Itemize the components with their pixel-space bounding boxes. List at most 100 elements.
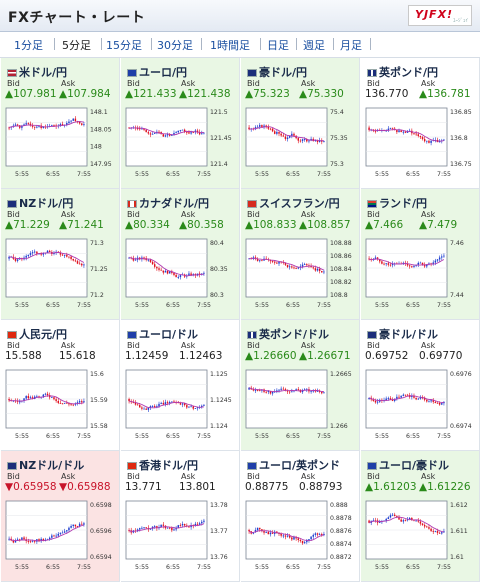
yjfx-logo[interactable]: YJFX! ﾕｰｼﾞｪｲ bbox=[408, 5, 472, 26]
x-tick-label: 7:55 bbox=[317, 171, 331, 178]
pair-name[interactable]: 豪ドル/ドル bbox=[367, 326, 438, 341]
candle-body bbox=[286, 264, 289, 268]
candle-body bbox=[78, 122, 81, 124]
candle-body bbox=[151, 133, 154, 135]
mini-candlestick-chart[interactable]: 1.2665 1.266 5:55 6:55 7:55 bbox=[243, 366, 358, 444]
candle-body bbox=[59, 532, 62, 534]
mini-candlestick-chart[interactable]: 121.5 121.45 121.4 5:55 6:55 7:55 bbox=[123, 104, 238, 182]
rate-cell[interactable]: 英ポンド/ドル Bid Ask ▲1.26660 ▲1.26671 1.2665 1.266… bbox=[241, 320, 360, 451]
x-tick-label: 5:55 bbox=[375, 564, 389, 571]
pair-name[interactable]: カナダドル/円 bbox=[127, 195, 209, 210]
ask-value: ▲1.61226 bbox=[419, 481, 471, 493]
rate-cell[interactable]: 米ドル/円 Bid Ask ▲107.981 ▲107.984 148.1 148.05 14… bbox=[1, 58, 120, 189]
tab-5min[interactable]: 5分足 bbox=[62, 37, 91, 53]
candle-body bbox=[74, 118, 77, 122]
candle-body bbox=[151, 406, 154, 407]
mini-candlestick-chart[interactable]: 71.3 71.25 71.2 5:55 6:55 7:55 bbox=[3, 235, 118, 313]
pair-name[interactable]: 英ポンド/円 bbox=[367, 64, 438, 79]
candle-body bbox=[160, 402, 162, 404]
tab-weekly[interactable]: 週足 bbox=[303, 37, 325, 53]
tab-15min[interactable]: 15分足 bbox=[106, 37, 142, 53]
pair-name[interactable]: ユーロ/ドル bbox=[127, 326, 198, 341]
mini-candlestick-chart[interactable]: 1.125 1.1245 1.124 5:55 6:55 7:55 bbox=[123, 366, 238, 444]
x-tick-label: 5:55 bbox=[15, 302, 29, 309]
mini-candlestick-chart[interactable]: 75.4 75.35 75.3 5:55 6:55 7:55 bbox=[243, 104, 358, 182]
pair-name[interactable]: ユーロ/豪ドル bbox=[367, 457, 449, 472]
mini-candlestick-chart[interactable]: 0.6598 0.6596 0.6594 5:55 6:55 7:55 bbox=[3, 497, 118, 575]
mini-candlestick-chart[interactable]: 108.88 108.86 108.84 108.82 108.8 5:55 6:55 7:5… bbox=[243, 235, 358, 313]
pair-name[interactable]: 英ポンド/ドル bbox=[247, 326, 329, 341]
y-tick-label: 136.8 bbox=[450, 135, 468, 142]
candle-body bbox=[53, 397, 55, 400]
pair-name[interactable]: NZドル/円 bbox=[7, 195, 73, 210]
candle-body bbox=[190, 132, 192, 134]
mini-candlestick-chart[interactable]: 80.4 80.35 80.3 5:55 6:55 7:55 bbox=[123, 235, 238, 313]
pair-name[interactable]: ランド/円 bbox=[367, 195, 428, 210]
rate-cell[interactable]: ユーロ/英ポンド Bid Ask 0.88775 0.88793 0.888 0.8878 0… bbox=[241, 451, 360, 582]
ask-label: Ask bbox=[421, 79, 436, 88]
pair-name[interactable]: ユーロ/円 bbox=[127, 64, 187, 79]
candle-body bbox=[436, 531, 439, 533]
bid-value: ▲75.323 bbox=[245, 88, 290, 100]
rate-cell[interactable]: カナダドル/円 Bid Ask ▲80.334 ▲80.358 80.4 80.35 80.3… bbox=[121, 189, 240, 320]
rate-cell[interactable]: 英ポンド/円 Bid Ask 136.770 ▲136.781 136.85 136.8 13… bbox=[361, 58, 480, 189]
mini-candlestick-chart[interactable]: 148.1 148.05 148 147.95 5:55 6:55 7:55 bbox=[3, 104, 118, 182]
x-tick-label: 7:55 bbox=[317, 564, 331, 571]
candle-body bbox=[385, 398, 387, 401]
mini-candlestick-chart[interactable]: 15.6 15.59 15.58 5:55 6:55 7:55 bbox=[3, 366, 118, 444]
candle-body bbox=[265, 391, 267, 393]
ask-label: Ask bbox=[301, 210, 316, 219]
candle-body bbox=[286, 137, 289, 139]
rate-cell[interactable]: 人民元/円 Bid Ask 15.588 15.618 15.6 15.59 15.58 5:5… bbox=[1, 320, 120, 451]
pair-name[interactable]: 豪ドル/円 bbox=[247, 64, 307, 79]
pair-name[interactable]: NZドル/ドル bbox=[7, 457, 84, 472]
bid-value: 136.770 bbox=[365, 88, 409, 100]
mini-candlestick-chart[interactable]: 7.46 7.44 5:55 6:55 7:55 bbox=[363, 235, 478, 313]
tab-1min[interactable]: 1分足 bbox=[14, 37, 43, 53]
rate-cell[interactable]: ユーロ/豪ドル Bid Ask ▲1.61203 ▲1.61226 1.612 1.611 1… bbox=[361, 451, 480, 582]
candle-body bbox=[55, 535, 57, 537]
rate-cell[interactable]: NZドル/円 Bid Ask ▲71.229 ▲71.241 71.3 71.25 71.2 5… bbox=[1, 189, 120, 320]
y-tick-label: 80.4 bbox=[210, 240, 224, 247]
y-tick-label: 147.95 bbox=[90, 161, 112, 168]
candle-body bbox=[153, 264, 156, 267]
candle-body bbox=[68, 121, 70, 124]
tab-30min[interactable]: 30分足 bbox=[157, 37, 193, 53]
candle-body bbox=[55, 399, 57, 402]
pair-name[interactable]: 香港ドル/円 bbox=[127, 457, 198, 472]
candle-body bbox=[192, 406, 194, 409]
mini-candlestick-chart[interactable]: 136.85 136.8 136.75 5:55 6:55 7:55 bbox=[363, 104, 478, 182]
mini-candlestick-chart[interactable]: 0.6976 0.6974 5:55 6:55 7:55 bbox=[363, 366, 478, 444]
pair-name[interactable]: 人民元/円 bbox=[7, 326, 67, 341]
rate-cell[interactable]: ユーロ/円 Bid Ask ▲121.433 ▲121.438 121.5 121.45 12… bbox=[121, 58, 240, 189]
rate-cell[interactable]: 豪ドル/ドル Bid Ask 0.69752 0.69770 0.6976 0.6974 5:… bbox=[361, 320, 480, 451]
rate-cell[interactable]: 豪ドル/円 Bid Ask ▲75.323 ▲75.330 75.4 75.35 75.3 5:… bbox=[241, 58, 360, 189]
pair-label: ランド/円 bbox=[379, 197, 428, 210]
pair-name[interactable]: ユーロ/英ポンド bbox=[247, 457, 340, 472]
candle-body bbox=[419, 135, 422, 138]
bid-value: ▲80.334 bbox=[125, 219, 170, 231]
y-tick-label: 1.612 bbox=[450, 502, 468, 509]
rate-cell[interactable]: ランド/円 Bid Ask ▲7.466 ▲7.479 7.46 7.44 5:55 6:55 7… bbox=[361, 189, 480, 320]
x-tick-label: 6:55 bbox=[286, 171, 300, 178]
tab-daily[interactable]: 日足 bbox=[267, 37, 289, 53]
candle-body bbox=[310, 536, 312, 540]
rate-cell[interactable]: スイスフラン/円 Bid Ask ▲108.833 ▲108.857 108.88 108.… bbox=[241, 189, 360, 320]
candle-body bbox=[259, 260, 261, 262]
pair-name[interactable]: 米ドル/円 bbox=[7, 64, 67, 79]
rate-cell[interactable]: ユーロ/ドル Bid Ask 1.12459 1.12463 1.125 1.1245 1.1… bbox=[121, 320, 240, 451]
candle-body bbox=[61, 254, 64, 256]
rate-cell[interactable]: NZドル/ドル Bid Ask ▼0.65958 ▼0.65988 0.6598 0.659… bbox=[1, 451, 120, 582]
tab-monthly[interactable]: 月足 bbox=[340, 37, 362, 53]
pair-name[interactable]: スイスフラン/円 bbox=[247, 195, 340, 210]
candle-body bbox=[297, 389, 300, 390]
candle-body bbox=[256, 126, 259, 128]
bid-label: Bid bbox=[247, 210, 260, 219]
mini-candlestick-chart[interactable]: 1.612 1.611 1.61 5:55 6:55 7:55 bbox=[363, 497, 478, 575]
candle-body bbox=[151, 261, 154, 265]
y-tick-label: 1.2665 bbox=[330, 371, 352, 378]
rate-cell[interactable]: 香港ドル/円 Bid Ask 13.771 13.801 13.78 13.77 13.76 5… bbox=[121, 451, 240, 582]
mini-candlestick-chart[interactable]: 0.888 0.8878 0.8876 0.8874 0.8872 5:55 6:55 7:5… bbox=[243, 497, 358, 575]
mini-candlestick-chart[interactable]: 13.78 13.77 13.76 5:55 6:55 7:55 bbox=[123, 497, 238, 575]
tab-1hour[interactable]: 1時間足 bbox=[210, 37, 250, 53]
